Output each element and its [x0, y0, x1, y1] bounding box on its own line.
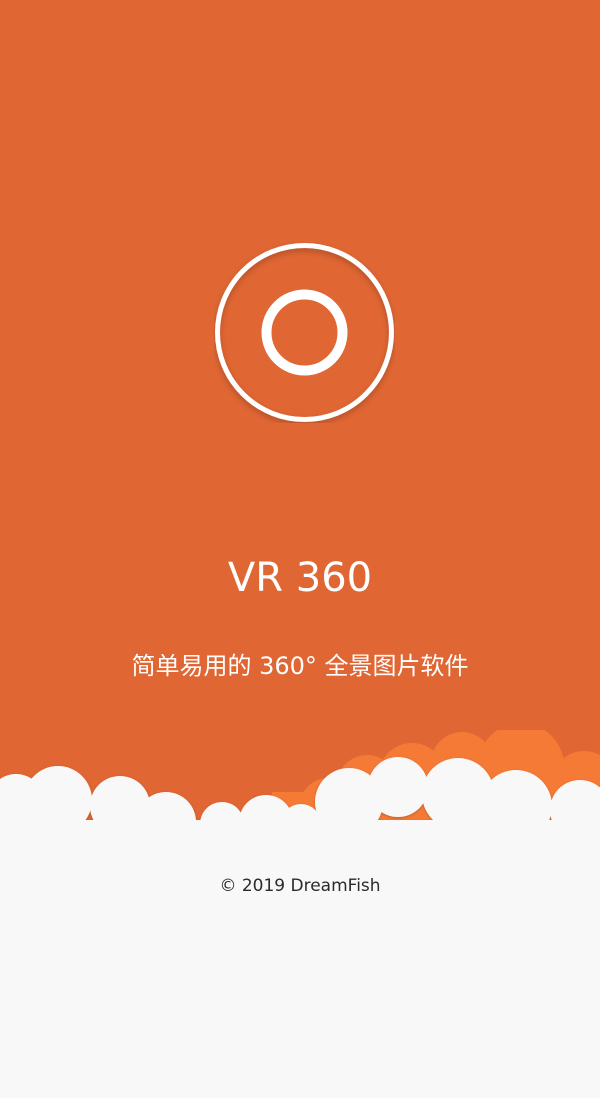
app-tagline: 简单易用的 360° 全景图片软件 [131, 652, 469, 680]
copyright-text: © 2019 DreamFish [219, 876, 381, 896]
circle-lens-icon [215, 243, 394, 422]
app-title: VR 360 [227, 555, 373, 601]
cloud-decoration [0, 730, 600, 930]
